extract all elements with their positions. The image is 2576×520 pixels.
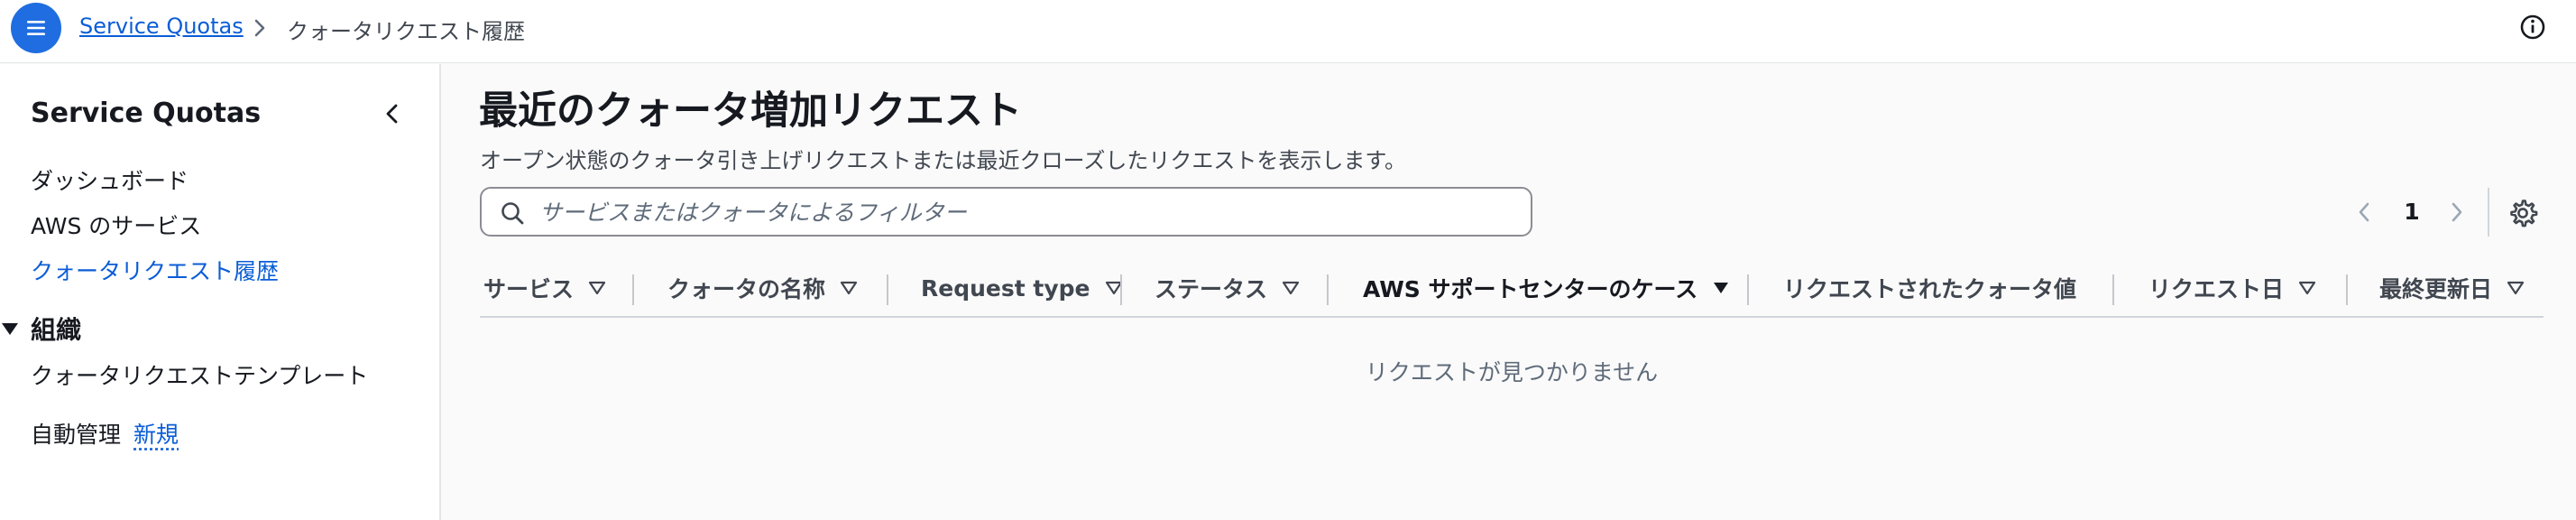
column-header-label: サービス [483, 276, 575, 302]
column-header-label: クォータの名称 [667, 276, 826, 302]
column-header-quota-name[interactable]: クォータの名称 [667, 260, 858, 316]
filter-search-box [480, 187, 1532, 237]
column-header-service[interactable]: サービス [483, 260, 606, 316]
column-header-label: ステータス [1155, 276, 1268, 302]
pagination-divider [2488, 188, 2489, 237]
sidebar-group-label: 組織 [31, 315, 82, 345]
column-divider [1327, 274, 1329, 305]
top-navigation-bar: Service Quotas クォータリクエスト履歴 [0, 0, 2576, 63]
column-header-last-updated[interactable]: 最終更新日 [2379, 260, 2525, 316]
column-header-status[interactable]: ステータス [1155, 260, 1300, 316]
column-header-requested-value[interactable]: リクエストされたクォータ値 [1783, 260, 2076, 316]
column-divider [2112, 274, 2114, 305]
gear-icon[interactable] [2507, 197, 2539, 229]
sidebar-item-quota-request-history[interactable]: クォータリクエスト履歴 [31, 254, 279, 286]
sort-caret-filled-icon [1714, 283, 1729, 293]
column-header-label: リクエスト日 [2148, 276, 2285, 302]
column-header-request-date[interactable]: リクエスト日 [2148, 260, 2316, 316]
pagination-current-page[interactable]: 1 [2398, 197, 2425, 228]
breadcrumb-service-quotas-link[interactable]: Service Quotas [79, 14, 244, 39]
table-empty-message: リクエストが見つかりません [1365, 359, 1659, 385]
chevron-right-icon [254, 19, 265, 37]
requests-table-header: サービス クォータの名称 Request type ステータス AWS サポート… [480, 260, 2544, 318]
column-divider [1120, 274, 1122, 305]
page-description: オープン状態のクォータ引き上げリクエストまたは最近クローズしたリクエストを表示し… [480, 148, 1406, 173]
sidebar-item-automatic-management[interactable]: 自動管理 [31, 417, 121, 450]
sidebar-item-dashboard[interactable]: ダッシュボード [31, 163, 189, 196]
column-header-support-case[interactable]: AWS サポートセンターのケース [1363, 260, 1730, 316]
new-badge[interactable]: 新規 [133, 417, 179, 450]
column-divider [887, 274, 888, 305]
sort-caret-icon [2507, 281, 2525, 295]
side-navigation: Service Quotas ダッシュボード AWS のサービス クォータリクエ… [0, 64, 441, 520]
chevron-left-icon[interactable] [379, 98, 406, 129]
column-divider [632, 274, 634, 305]
column-divider [2346, 274, 2348, 305]
sort-caret-icon [1282, 281, 1300, 295]
sort-caret-icon [840, 281, 858, 295]
sidebar-group-organizations[interactable]: 組織 [0, 311, 81, 347]
page-title: 最近のクォータ増加リクエスト [479, 88, 1022, 134]
sidebar-item-aws-services[interactable]: AWS のサービス [31, 209, 201, 241]
hamburger-icon [27, 21, 45, 35]
sidebar-item-quota-request-template[interactable]: クォータリクエストテンプレート [31, 358, 368, 391]
column-header-label: Request type [921, 274, 1090, 302]
column-header-label: リクエストされたクォータ値 [1783, 276, 2077, 302]
breadcrumb-current-page: クォータリクエスト履歴 [287, 19, 525, 44]
sidebar-title: Service Quotas [31, 98, 262, 129]
filter-search-input[interactable] [539, 196, 1513, 228]
column-header-label: AWS サポートセンターのケース [1363, 276, 1698, 302]
menu-button[interactable] [11, 3, 61, 53]
search-icon [501, 202, 524, 225]
info-icon[interactable] [2517, 12, 2548, 42]
sort-caret-icon [2298, 281, 2316, 295]
caret-down-icon [2, 323, 18, 335]
column-divider [1747, 274, 1749, 305]
pagination-next-icon[interactable] [2445, 197, 2469, 228]
sort-caret-icon [588, 281, 606, 295]
column-header-label: 最終更新日 [2379, 276, 2493, 302]
column-header-request-type[interactable]: Request type [921, 260, 1123, 316]
pagination-previous-icon[interactable] [2352, 197, 2376, 228]
